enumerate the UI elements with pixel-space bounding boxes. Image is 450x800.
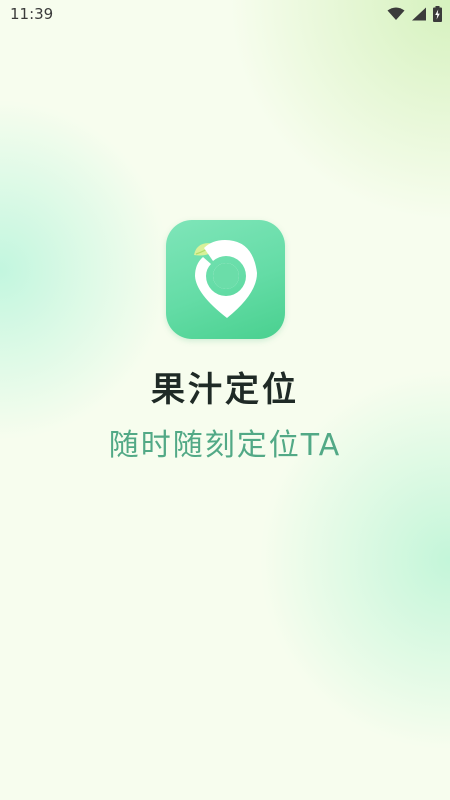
app-name: 果汁定位: [151, 370, 299, 410]
wifi-icon: [387, 7, 405, 21]
slogan-text: 随时随刻定位TA: [108, 428, 342, 463]
battery-charging-icon: [433, 6, 442, 22]
app-logo-icon: [166, 220, 285, 339]
location-pin-icon: [194, 240, 257, 318]
status-time: 11:39: [10, 5, 54, 23]
status-bar: 11:39: [0, 0, 450, 30]
cellular-signal-icon: [411, 7, 427, 21]
status-icons: [387, 6, 442, 22]
